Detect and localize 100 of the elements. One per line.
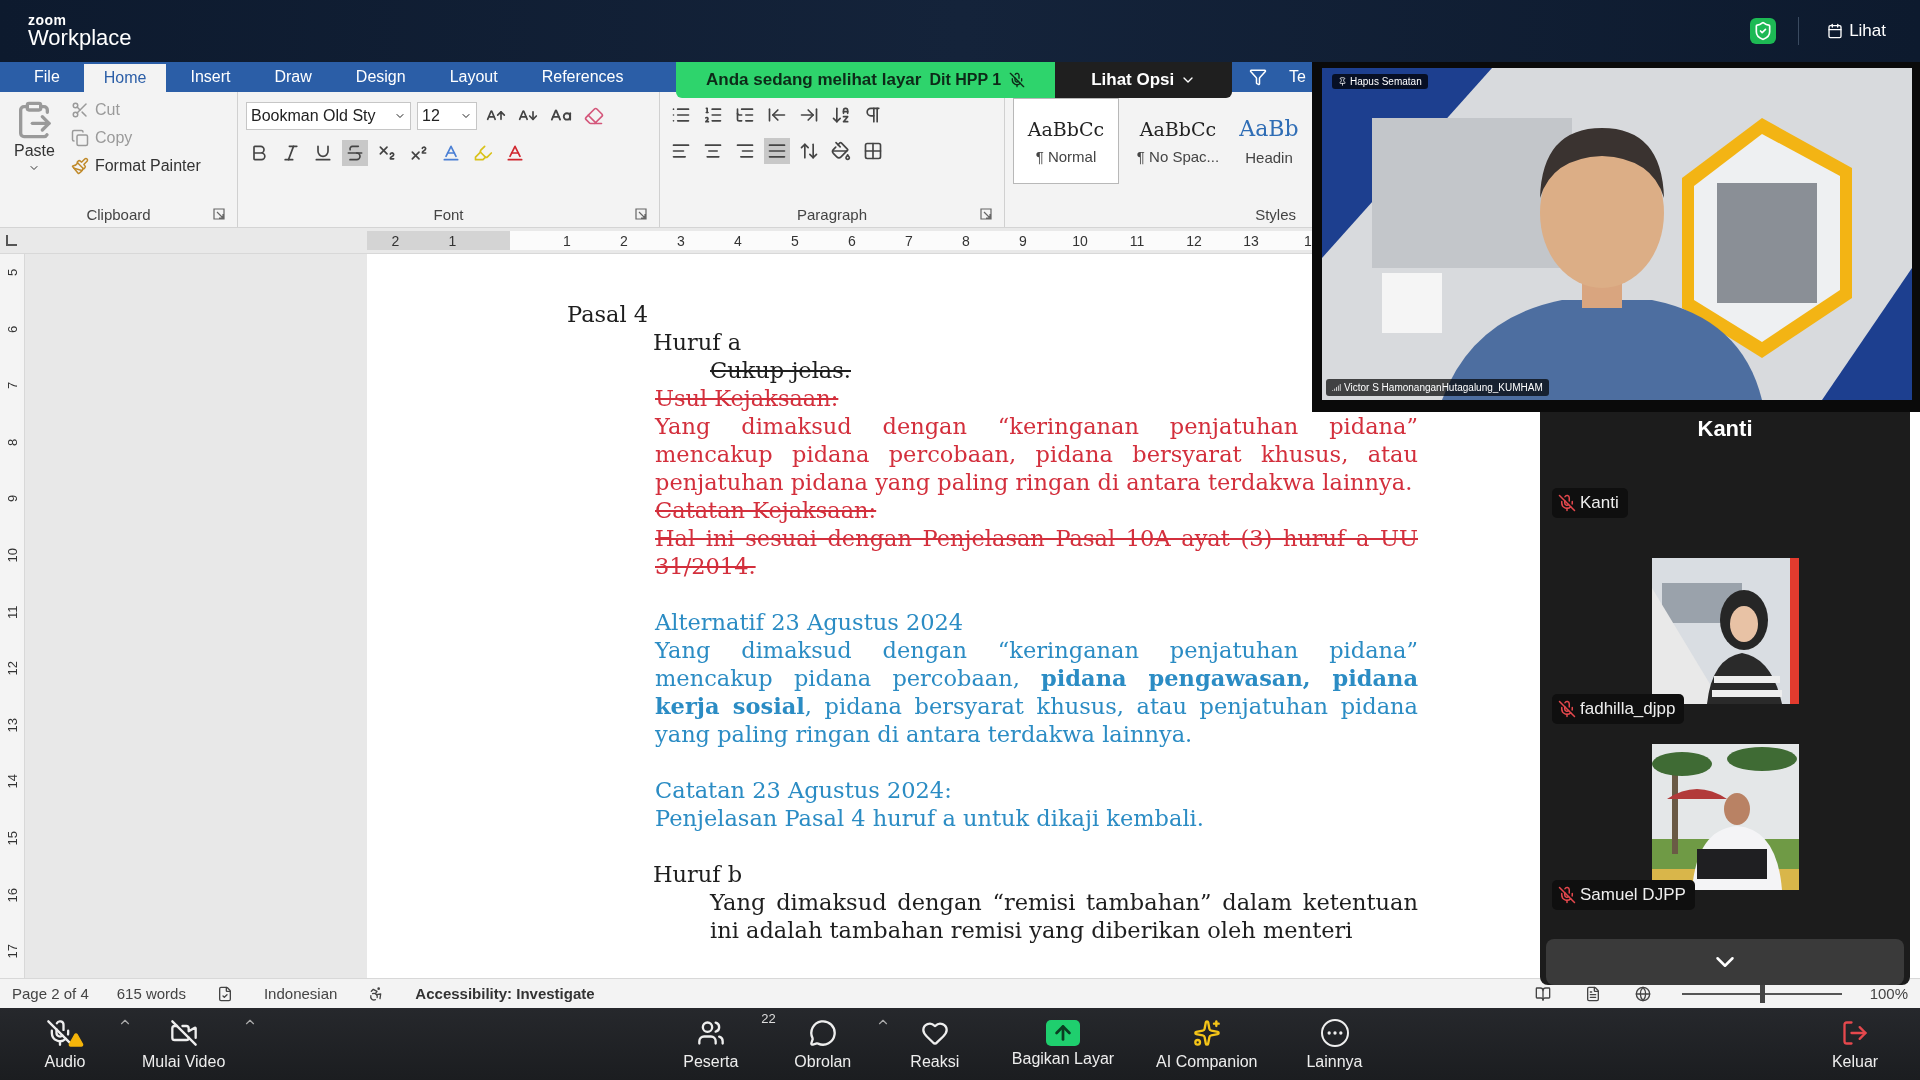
ruler-number: 1 <box>447 232 458 250</box>
ruler-number: 6 <box>3 324 21 335</box>
document-paragraph: Alternatif 23 Agustus 2024 <box>655 608 964 636</box>
toolbar-button[interactable]: Mulai Video <box>132 1015 236 1073</box>
format-painter-button[interactable]: Format Painter <box>66 154 205 178</box>
ruler-number: 6 <box>847 232 857 250</box>
toolbar-button[interactable]: Obrolan <box>777 1015 868 1073</box>
document-paragraph: Catatan Kejaksaan: <box>655 496 877 524</box>
document-paragraph: Catatan 23 Agustus 2024: <box>655 776 952 804</box>
style-option[interactable]: AaBb Headin <box>1237 98 1301 184</box>
ribbon-tab[interactable]: Te <box>1289 68 1306 86</box>
style-name: ¶ Normal <box>1035 147 1097 165</box>
ruler-number: 13 <box>1242 232 1260 250</box>
view-button[interactable]: Lihat <box>1821 17 1892 45</box>
toolbar-button[interactable]: AI Companion <box>1146 1015 1268 1073</box>
style-sample: AaBbCc <box>1027 117 1105 140</box>
dialog-launcher-icon[interactable] <box>980 208 992 220</box>
ruler-number: 17 <box>3 943 21 961</box>
toolbar-button[interactable]: Audio <box>20 1015 110 1073</box>
ruler-number: 3 <box>676 232 686 250</box>
group-label: Styles <box>1255 205 1296 223</box>
toolbar-button[interactable]: Reaksi <box>889 1015 980 1073</box>
dialog-launcher-icon[interactable] <box>213 208 225 220</box>
font-size-field[interactable]: 12 <box>417 102 477 130</box>
ruler-number: 15 <box>3 830 21 848</box>
view-options-button[interactable]: Lihat Opsi <box>1055 62 1233 98</box>
justify-icon[interactable] <box>764 138 790 164</box>
scissors-icon <box>70 101 89 119</box>
ruler-number: 1 <box>562 232 572 250</box>
calendar-icon <box>1827 23 1844 39</box>
style-name: ¶ No Spac... <box>1136 147 1220 165</box>
ruler-number: 8 <box>961 232 971 250</box>
presenter-name: Dit HPP 1 <box>929 71 1002 89</box>
document-heading: Huruf b <box>653 860 743 888</box>
ruler-number: 5 <box>3 267 21 278</box>
ribbon-tab[interactable]: Draw <box>254 62 332 92</box>
document-paragraph: Yang dimaksud dengan “keringanan penjatuhan pidana” mencakup pidana percobaan, pidana pengawasan, pidana kerja sosial, pidana bersyarat khusus, atau penjatuhan pidana yang paling ringan di antara terdakwa lainnya. <box>655 636 1418 748</box>
ribbon-tab[interactable]: File <box>14 62 80 92</box>
ruler-number: 2 <box>619 232 629 250</box>
group-label: Paragraph <box>796 205 868 223</box>
paintbrush-icon <box>70 157 89 175</box>
style-option[interactable]: AaBbCc ¶ No Spac... <box>1125 98 1231 184</box>
document-heading: Huruf a <box>653 328 742 356</box>
shield-icon[interactable] <box>1750 18 1777 44</box>
style-sample: AaBbCc <box>1139 117 1217 140</box>
copy-icon <box>70 129 89 147</box>
banner-text: Anda sedang melihat layar <box>706 70 922 90</box>
speaker-name: Victor S HamonanganHutagalung_KUMHAM <box>1326 379 1549 396</box>
ruler-number: 11 <box>3 604 21 621</box>
chat-icon <box>808 1017 837 1049</box>
ribbon-tab[interactable]: Design <box>335 62 426 92</box>
filter-icon[interactable] <box>1249 68 1268 86</box>
ruler-number: 4 <box>733 232 743 250</box>
font-name-field[interactable]: Bookman Old Sty <box>246 102 411 130</box>
ribbon-tab[interactable]: References <box>521 62 644 92</box>
style-option[interactable]: AaBbCc ¶ Normal <box>1013 98 1119 184</box>
ruler-number: 12 <box>3 660 21 678</box>
toolbar-button[interactable]: Keluar <box>1810 1015 1900 1073</box>
ruler-number: 2 <box>390 232 401 250</box>
zoom-slider-thumb[interactable] <box>1759 984 1765 1003</box>
zoom-level: 100% <box>1869 985 1908 1002</box>
ribbon-tab[interactable]: Layout <box>429 62 518 92</box>
signal-icon <box>1332 383 1341 392</box>
dialog-launcher-icon[interactable] <box>635 208 647 220</box>
document-paragraph: Cukup jelas. <box>710 356 851 384</box>
ruler-number: 7 <box>904 232 914 250</box>
toolbar-button[interactable]: Lainnya <box>1289 1015 1380 1073</box>
muted-mic-icon <box>1009 72 1026 88</box>
video-off-icon <box>169 1017 198 1049</box>
ruler-number: 10 <box>1071 232 1089 250</box>
pin-icon <box>1338 77 1347 86</box>
document-heading: Pasal 4 <box>567 300 649 328</box>
ribbon-tab[interactable]: Home <box>83 64 167 92</box>
document-paragraph: Yang dimaksud dengan “remisi tambahan” dalam ketentuan ini adalah tambahan remisi yang diberikan oleh menteri <box>710 888 1418 944</box>
unpin-button[interactable]: Hapus Sematan <box>1332 74 1428 89</box>
ruler-number: 14 <box>3 773 21 791</box>
group-label: Clipboard <box>86 205 151 223</box>
word-count: 615 words <box>116 985 186 1002</box>
share-icon <box>1045 1020 1080 1046</box>
accessibility-status: Accessibility: Investigate <box>415 985 595 1002</box>
more-icon <box>1320 1017 1349 1049</box>
app-logo: zoom Workplace <box>28 13 132 49</box>
paste-button[interactable]: Paste <box>8 98 61 201</box>
sparkle-icon <box>1192 1017 1221 1049</box>
ruler-number: 13 <box>3 716 21 735</box>
ruler-number: 12 <box>1185 232 1203 250</box>
participant-name: fadhilla_djpp <box>1552 694 1685 724</box>
strikethrough-icon[interactable] <box>342 140 368 166</box>
ruler-number: 11 <box>1128 232 1146 250</box>
toolbar-button[interactable]: Bagikan Layar <box>1001 1018 1125 1070</box>
ruler-number: 9 <box>3 494 21 505</box>
document-paragraph: Yang dimaksud dengan “keringanan penjatuhan pidana” mencakup pidana percobaan, pidana bersyarat khusus, atau penjatuhan pidana yang paling ringan di antara terdakwa lainnya. <box>655 412 1418 496</box>
ruler-number: 8 <box>3 437 21 448</box>
participant-name: Samuel DJPP <box>1552 880 1695 910</box>
tab-stop-icon[interactable] <box>6 235 17 246</box>
ruler-number: 7 <box>3 380 21 392</box>
ruler-number: 1 <box>1303 232 1313 250</box>
document-paragraph: Penjelasan Pasal 4 huruf a untuk dikaji kembali. <box>655 804 1204 832</box>
participant-title: Kanti <box>1696 415 1754 443</box>
ribbon-tab[interactable]: Insert <box>170 62 251 92</box>
